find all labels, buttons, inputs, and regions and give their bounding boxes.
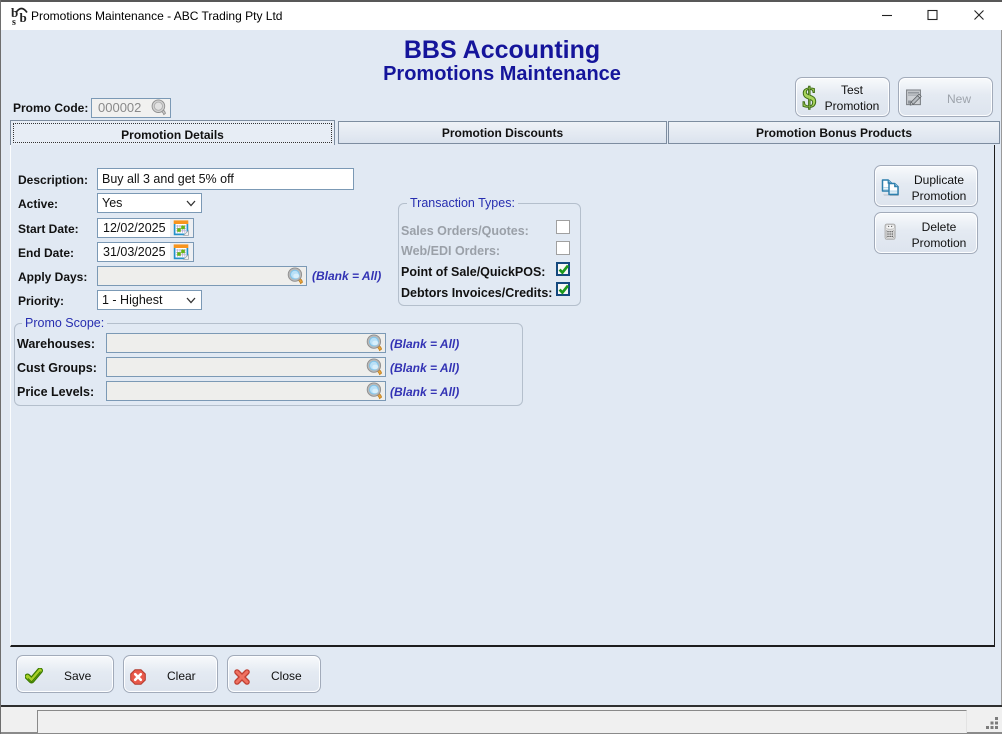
svg-text:b: b: [20, 10, 27, 25]
svg-text:s: s: [12, 17, 16, 25]
svg-text:$: $: [802, 84, 817, 111]
